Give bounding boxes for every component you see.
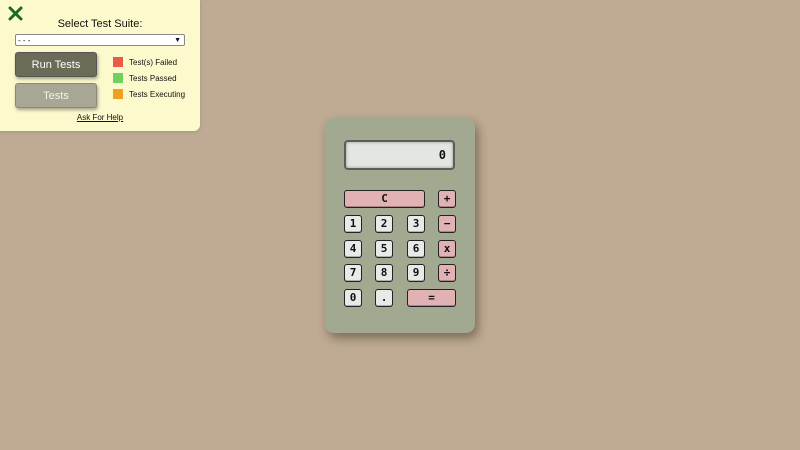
legend-label: Tests Executing xyxy=(129,89,186,99)
test-status-legend: Test(s) Failed Tests Passed Tests Execut… xyxy=(113,57,185,105)
digit-5-key[interactable]: 5 xyxy=(375,240,393,258)
decimal-key[interactable]: . xyxy=(375,289,393,307)
test-suite-select[interactable]: - - - ▼ xyxy=(15,34,185,46)
equals-key[interactable]: = xyxy=(407,289,456,307)
tests-button[interactable]: Tests xyxy=(15,83,97,108)
clear-key[interactable]: C xyxy=(344,190,425,208)
chevron-down-icon: ▼ xyxy=(174,37,181,44)
legend-label: Test(s) Failed xyxy=(129,57,178,67)
ask-for-help-link[interactable]: Ask For Help xyxy=(0,113,200,122)
run-tests-button[interactable]: Run Tests xyxy=(15,52,97,77)
display-value: 0 xyxy=(438,148,446,162)
digit-3-key[interactable]: 3 xyxy=(407,215,425,233)
executing-swatch xyxy=(113,89,123,99)
plus-key[interactable]: + xyxy=(438,190,456,208)
digit-7-key[interactable]: 7 xyxy=(344,264,362,282)
digit-8-key[interactable]: 8 xyxy=(375,264,393,282)
passed-swatch xyxy=(113,73,123,83)
divide-key[interactable]: ÷ xyxy=(438,264,456,282)
test-suite-select-value: - - - xyxy=(18,35,31,45)
calculator-display: 0 xyxy=(344,140,455,170)
test-panel: Select Test Suite: - - - ▼ Run Tests Tes… xyxy=(0,0,200,131)
digit-9-key[interactable]: 9 xyxy=(407,264,425,282)
calculator: 0 C + 1 2 3 − 4 5 6 x 7 8 9 ÷ 0 . = xyxy=(325,118,475,333)
digit-2-key[interactable]: 2 xyxy=(375,215,393,233)
minus-key[interactable]: − xyxy=(438,215,456,233)
digit-0-key[interactable]: 0 xyxy=(344,289,362,307)
legend-item-passed: Tests Passed xyxy=(113,73,185,83)
digit-6-key[interactable]: 6 xyxy=(407,240,425,258)
legend-item-executing: Tests Executing xyxy=(113,89,185,99)
legend-label: Tests Passed xyxy=(129,73,177,83)
failed-swatch xyxy=(113,57,123,67)
digit-4-key[interactable]: 4 xyxy=(344,240,362,258)
panel-title: Select Test Suite: xyxy=(57,18,143,30)
digit-1-key[interactable]: 1 xyxy=(344,215,362,233)
multiply-key[interactable]: x xyxy=(438,240,456,258)
legend-item-failed: Test(s) Failed xyxy=(113,57,185,67)
